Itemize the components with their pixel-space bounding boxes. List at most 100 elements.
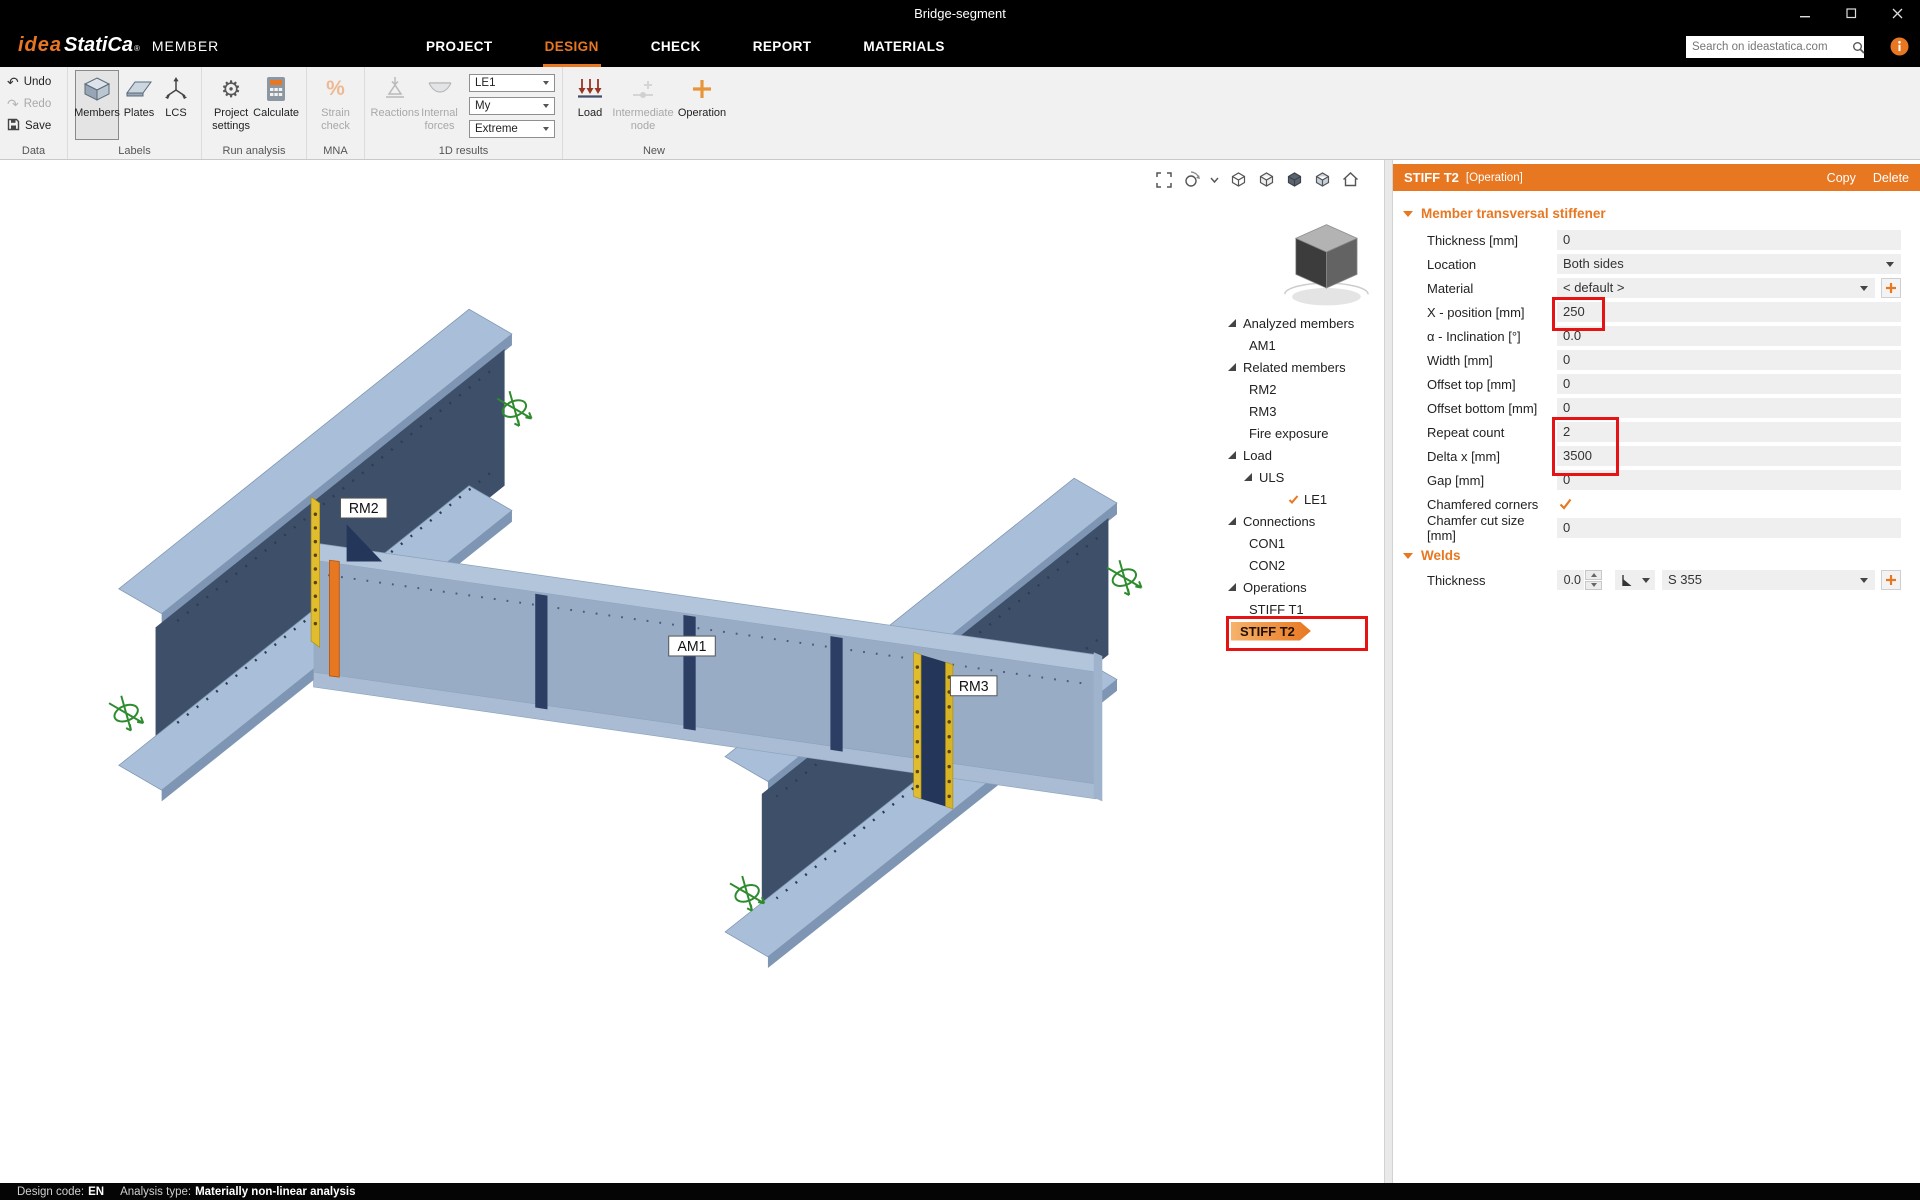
tab-design[interactable]: DESIGN <box>542 27 601 67</box>
offset-top-field[interactable]: 0 <box>1557 374 1901 394</box>
load-button[interactable]: Load <box>570 70 610 140</box>
operation-button[interactable]: Operation <box>676 70 728 140</box>
close-icon[interactable] <box>1874 0 1920 27</box>
plates-button[interactable]: Plates <box>119 70 159 140</box>
tree-item-con1[interactable]: CON1 <box>1228 532 1382 554</box>
expander-icon[interactable] <box>1228 319 1236 327</box>
zoom-extents-icon[interactable] <box>1155 171 1173 189</box>
weld-thickness-row: Thickness 0.0 S 355 <box>1427 568 1901 592</box>
prop-row-thickness: Thickness [mm] 0 <box>1427 228 1901 252</box>
tree-item-am1[interactable]: AM1 <box>1228 334 1382 356</box>
expander-icon[interactable] <box>1228 517 1236 525</box>
tree-group-operations[interactable]: Operations <box>1228 576 1382 598</box>
stepper-up-icon[interactable] <box>1585 570 1602 580</box>
tree-item-le1[interactable]: LE1 <box>1228 488 1382 510</box>
tree-group-load[interactable]: Load <box>1228 444 1382 466</box>
tree-group-analyzed-members[interactable]: Analyzed members <box>1228 312 1382 334</box>
thickness-field[interactable]: 0 <box>1557 230 1901 250</box>
repeat-count-field[interactable]: 2 <box>1557 422 1901 442</box>
expander-icon[interactable] <box>1228 363 1236 371</box>
offset-bottom-field[interactable]: 0 <box>1557 398 1901 418</box>
navigation-cube[interactable] <box>1284 224 1369 306</box>
chamfer-cut-size-field[interactable]: 0 <box>1557 518 1901 538</box>
weld-material-dropdown[interactable]: S 355 <box>1662 570 1875 590</box>
chevron-down-icon[interactable] <box>1209 171 1220 189</box>
load-symbol <box>108 695 145 732</box>
viewport-3d[interactable]: RM2 AM1 RM3 Analyzed members AM1 Related… <box>0 160 1384 1183</box>
tree-item-con2[interactable]: CON2 <box>1228 554 1382 576</box>
chamfered-corners-checkbox[interactable] <box>1559 498 1572 510</box>
weld-thickness-field[interactable]: 0.0 <box>1557 570 1584 590</box>
prop-row-delta-x: Delta x [mm] 3500 <box>1427 444 1901 468</box>
tab-report[interactable]: REPORT <box>751 27 814 67</box>
lcs-axes-icon <box>163 74 189 104</box>
chevron-down-icon <box>543 81 549 85</box>
undo-button[interactable]: ↶ Undo <box>7 73 51 91</box>
delete-button[interactable]: Delete <box>1873 171 1909 185</box>
tab-check[interactable]: CHECK <box>649 27 703 67</box>
load-symbol <box>1106 559 1143 596</box>
tree-group-uls[interactable]: ULS <box>1228 466 1382 488</box>
selected-stiffener[interactable] <box>329 559 340 678</box>
members-button[interactable]: Members <box>74 70 120 140</box>
member-label-am1[interactable]: AM1 <box>668 635 716 657</box>
member-label-rm2[interactable]: RM2 <box>339 497 388 519</box>
tree-item-stiff-t1[interactable]: STIFF T1 <box>1228 598 1382 620</box>
tree-group-related-members[interactable]: Related members <box>1228 356 1382 378</box>
copy-button[interactable]: Copy <box>1827 171 1856 185</box>
stepper-down-icon[interactable] <box>1585 580 1602 590</box>
reactions-icon <box>383 74 407 104</box>
load-case-dropdown[interactable]: LE1 <box>469 74 555 92</box>
calculate-button[interactable]: Calculate <box>253 70 299 140</box>
3d-scene[interactable]: RM2 AM1 RM3 <box>0 160 1384 1183</box>
tree-item-rm3[interactable]: RM3 <box>1228 400 1382 422</box>
weld-type-dropdown[interactable] <box>1615 570 1655 590</box>
prop-row-chamfer-cut-size: Chamfer cut size [mm] 0 <box>1427 513 1901 543</box>
component-dropdown[interactable]: My <box>469 97 555 115</box>
home-view-icon[interactable] <box>1341 170 1360 189</box>
lcs-button[interactable]: LCS <box>159 70 193 140</box>
expander-icon[interactable] <box>1228 583 1236 591</box>
tree-group-connections[interactable]: Connections <box>1228 510 1382 532</box>
material-dropdown[interactable]: < default > <box>1557 278 1875 298</box>
tab-project[interactable]: PROJECT <box>424 27 495 67</box>
delta-x-field[interactable]: 3500 <box>1557 446 1901 466</box>
section-member-transversal-stiffener[interactable]: Member transversal stiffener <box>1403 206 1606 221</box>
tree-item-stiff-t2[interactable]: STIFF T2 <box>1228 620 1382 642</box>
tree-item-fire-exposure[interactable]: Fire exposure <box>1228 422 1382 444</box>
add-weld-material-button[interactable] <box>1881 570 1901 590</box>
search-icon[interactable] <box>1852 41 1865 54</box>
extreme-dropdown[interactable]: Extreme <box>469 120 555 138</box>
main-area: RM2 AM1 RM3 Analyzed members AM1 Related… <box>0 160 1920 1183</box>
rotate-view-icon[interactable] <box>1182 170 1200 189</box>
panel-splitter[interactable] <box>1384 160 1393 1183</box>
section-welds[interactable]: Welds <box>1403 548 1461 563</box>
maximize-icon[interactable] <box>1828 0 1874 27</box>
expander-icon[interactable] <box>1228 451 1236 459</box>
tree-item-rm2[interactable]: RM2 <box>1228 378 1382 400</box>
search-input[interactable] <box>1686 41 1852 53</box>
width-field[interactable]: 0 <box>1557 350 1901 370</box>
add-material-button[interactable] <box>1881 278 1901 298</box>
internal-forces-icon <box>427 74 453 104</box>
tab-materials[interactable]: MATERIALS <box>861 27 946 67</box>
view-wireframe-icon[interactable] <box>1229 170 1248 189</box>
member-label-rm3[interactable]: RM3 <box>949 675 998 697</box>
help-icon[interactable] <box>1890 37 1909 56</box>
gap-field[interactable]: 0 <box>1557 470 1901 490</box>
ribbon-group-labels: Members Plates LCS Labels <box>68 67 202 159</box>
weld-thickness-stepper <box>1585 570 1602 590</box>
save-button[interactable]: Save <box>7 117 51 135</box>
expander-icon[interactable] <box>1244 473 1252 481</box>
location-dropdown[interactable]: Both sides <box>1557 254 1901 274</box>
project-settings-button[interactable]: ⚙ Project settings <box>209 70 253 140</box>
minimize-icon[interactable] <box>1782 0 1828 27</box>
view-hidden-line-icon[interactable] <box>1257 170 1276 189</box>
inclination-field[interactable]: 0.0 <box>1557 326 1901 346</box>
view-transparent-icon[interactable] <box>1313 170 1332 189</box>
save-icon <box>7 118 20 134</box>
view-shaded-icon[interactable] <box>1285 170 1304 189</box>
group-label-new: New <box>642 145 665 157</box>
x-position-field[interactable]: 250 <box>1557 302 1901 322</box>
logo-registered-mark: ® <box>133 44 140 53</box>
